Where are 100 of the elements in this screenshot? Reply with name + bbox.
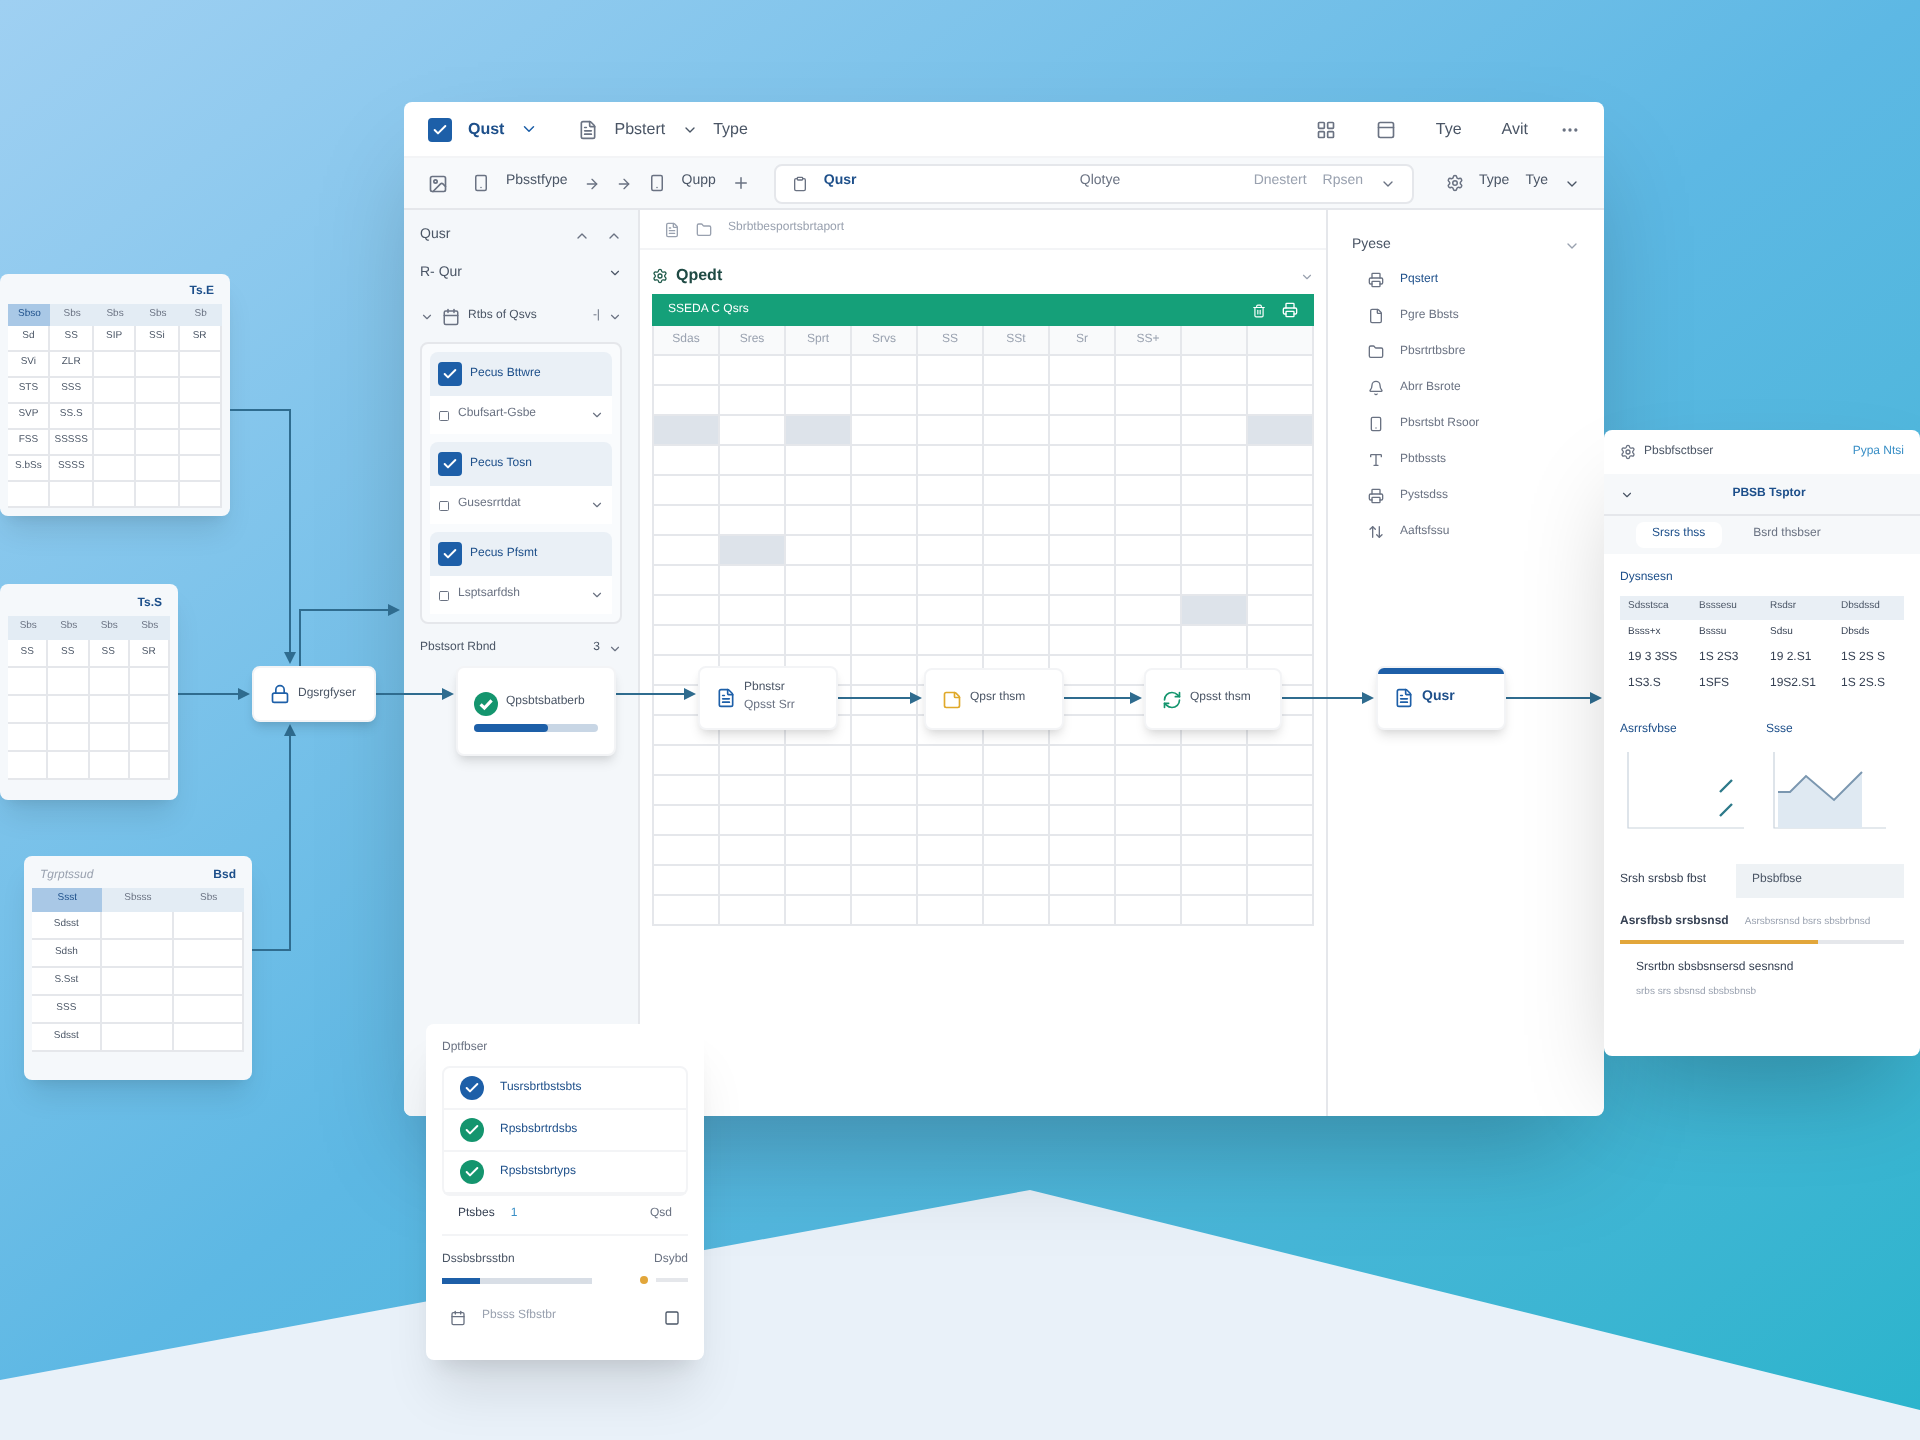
document-icon[interactable] bbox=[578, 119, 599, 139]
grid-cell[interactable] bbox=[720, 566, 786, 596]
grid-cell[interactable] bbox=[918, 626, 984, 656]
grid-cell[interactable] bbox=[1182, 476, 1248, 506]
grid-cell[interactable] bbox=[1248, 626, 1314, 656]
panel-icon[interactable] bbox=[1375, 119, 1396, 139]
grid-cell[interactable] bbox=[1050, 416, 1116, 446]
grid-cell[interactable] bbox=[1116, 446, 1182, 476]
checkbox[interactable] bbox=[460, 1118, 484, 1142]
grid-cell[interactable] bbox=[918, 566, 984, 596]
grid-cell[interactable] bbox=[918, 506, 984, 536]
grid-cell[interactable] bbox=[1050, 506, 1116, 536]
grid-cell[interactable] bbox=[1248, 476, 1314, 506]
grid-cell[interactable] bbox=[1248, 416, 1314, 446]
grid-cell[interactable] bbox=[852, 476, 918, 506]
add-icon[interactable] bbox=[731, 174, 750, 192]
grid-cell[interactable] bbox=[1050, 446, 1116, 476]
grid-cell[interactable] bbox=[852, 596, 918, 626]
grid-cell[interactable] bbox=[1182, 506, 1248, 536]
grid-cell[interactable] bbox=[654, 476, 720, 506]
grid-cell[interactable] bbox=[852, 356, 918, 386]
grid-cell[interactable] bbox=[984, 356, 1050, 386]
grid-cell[interactable] bbox=[984, 596, 1050, 626]
grid-cell[interactable] bbox=[1050, 356, 1116, 386]
grid-cell[interactable] bbox=[852, 416, 918, 446]
grid-cell[interactable] bbox=[786, 506, 852, 536]
grid-cell[interactable] bbox=[1050, 476, 1116, 506]
settings-icon[interactable] bbox=[1445, 174, 1464, 192]
grid-cell[interactable] bbox=[1182, 536, 1248, 566]
grid-cell[interactable] bbox=[786, 476, 852, 506]
grid-cell[interactable] bbox=[720, 446, 786, 476]
grid-cell[interactable] bbox=[1050, 596, 1116, 626]
grid-cell[interactable] bbox=[1248, 566, 1314, 596]
checkbox[interactable] bbox=[438, 362, 462, 386]
device-icon[interactable] bbox=[472, 174, 490, 192]
grid-cell[interactable] bbox=[654, 446, 720, 476]
image-icon[interactable] bbox=[428, 173, 448, 193]
grid-cell[interactable] bbox=[654, 386, 720, 416]
grid-cell[interactable] bbox=[1050, 536, 1116, 566]
grid-cell[interactable] bbox=[1248, 536, 1314, 566]
grid-cell[interactable] bbox=[720, 596, 786, 626]
menu-item[interactable]: Type bbox=[713, 117, 748, 141]
grid-cell[interactable] bbox=[918, 416, 984, 446]
grid-cell[interactable] bbox=[720, 356, 786, 386]
checkbox[interactable] bbox=[460, 1160, 484, 1184]
grid-cell[interactable] bbox=[852, 626, 918, 656]
delete-icon[interactable] bbox=[1252, 303, 1266, 317]
caret-icon[interactable] bbox=[608, 310, 622, 324]
grid-cell[interactable] bbox=[1248, 446, 1314, 476]
grid-cell[interactable] bbox=[786, 566, 852, 596]
grid-cell[interactable] bbox=[918, 476, 984, 506]
caret-icon[interactable] bbox=[608, 642, 622, 656]
grid-cell[interactable] bbox=[918, 536, 984, 566]
grid-cell[interactable] bbox=[1248, 356, 1314, 386]
grid-cell[interactable] bbox=[1182, 356, 1248, 386]
arrow-icon[interactable] bbox=[615, 175, 632, 191]
grid-cell[interactable] bbox=[786, 416, 852, 446]
grid-cell[interactable] bbox=[720, 476, 786, 506]
grid-cell[interactable] bbox=[1182, 596, 1248, 626]
grid-cell[interactable] bbox=[786, 386, 852, 416]
menu-item[interactable]: Tye bbox=[1435, 117, 1462, 141]
settings-icon[interactable] bbox=[1620, 444, 1636, 460]
grid-cell[interactable] bbox=[1116, 506, 1182, 536]
grid-cell[interactable] bbox=[654, 566, 720, 596]
checkbox[interactable] bbox=[438, 452, 462, 476]
device-icon[interactable] bbox=[647, 174, 666, 192]
grid-cell[interactable] bbox=[1116, 386, 1182, 416]
grid-cell[interactable] bbox=[852, 446, 918, 476]
grid-cell[interactable] bbox=[852, 506, 918, 536]
grid-cell[interactable] bbox=[654, 626, 720, 656]
grid-cell[interactable] bbox=[786, 356, 852, 386]
print-icon[interactable] bbox=[1282, 302, 1298, 318]
grid-cell[interactable] bbox=[984, 416, 1050, 446]
grid-cell[interactable] bbox=[654, 356, 720, 386]
calendar-icon[interactable] bbox=[450, 1309, 466, 1325]
menu-item[interactable]: Pbstert bbox=[614, 117, 666, 141]
grid-cell[interactable] bbox=[918, 446, 984, 476]
checkbox[interactable] bbox=[428, 117, 452, 141]
grid-cell[interactable] bbox=[1116, 356, 1182, 386]
grid-cell[interactable] bbox=[1116, 476, 1182, 506]
grid-cell[interactable] bbox=[984, 506, 1050, 536]
grid-cell[interactable] bbox=[852, 386, 918, 416]
grid-cell[interactable] bbox=[852, 566, 918, 596]
expand-icon[interactable] bbox=[420, 310, 434, 324]
grid-cell[interactable] bbox=[852, 536, 918, 566]
grid-cell[interactable] bbox=[1182, 626, 1248, 656]
grid-cell[interactable] bbox=[1116, 626, 1182, 656]
grid-cell[interactable] bbox=[720, 626, 786, 656]
grid-cell[interactable] bbox=[1248, 386, 1314, 416]
menu-item[interactable]: Avit bbox=[1501, 117, 1528, 141]
grid-cell[interactable] bbox=[1116, 536, 1182, 566]
grid-cell[interactable] bbox=[654, 596, 720, 626]
grid-cell[interactable] bbox=[654, 506, 720, 536]
grid-cell[interactable] bbox=[720, 416, 786, 446]
grid-cell[interactable] bbox=[720, 506, 786, 536]
grid-cell[interactable] bbox=[984, 476, 1050, 506]
grid-cell[interactable] bbox=[1182, 416, 1248, 446]
caret-icon[interactable] bbox=[1620, 487, 1634, 501]
grid-cell[interactable] bbox=[1248, 596, 1314, 626]
grid-cell[interactable] bbox=[984, 536, 1050, 566]
